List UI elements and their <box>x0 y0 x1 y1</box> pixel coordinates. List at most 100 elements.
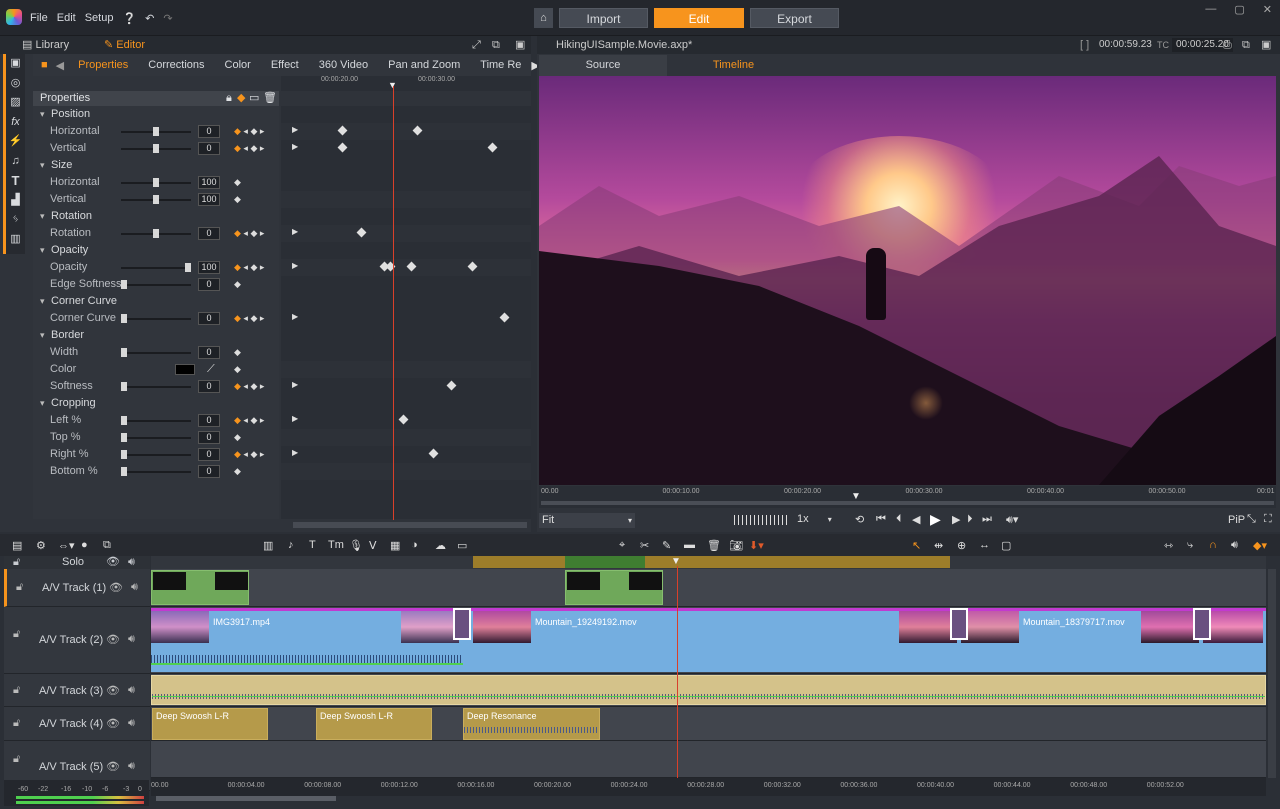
property-value-input[interactable]: 100 <box>198 261 220 274</box>
fit-dropdown[interactable]: Fit ▾ <box>539 513 635 528</box>
title-icon[interactable]: T <box>309 539 316 551</box>
color-swatch[interactable] <box>175 364 195 375</box>
property-section[interactable]: Corner Curve <box>33 293 279 310</box>
slider-thumb[interactable] <box>153 144 159 153</box>
record-icon[interactable]: ● <box>81 539 88 551</box>
fullscreen-icon[interactable]: ⛶ <box>1264 513 1272 526</box>
layout-icon[interactable]: ▣ <box>515 36 525 54</box>
track-header-3[interactable]: 🔓︎ A/V Track (3) 👁︎ 🔊︎ <box>4 674 150 707</box>
track-lane-5[interactable] <box>151 741 1266 778</box>
undo-icon[interactable]: ↶ <box>145 12 154 25</box>
keyframe-diamond[interactable] <box>467 261 478 272</box>
property-value-input[interactable]: 0 <box>198 465 220 478</box>
video-preview[interactable] <box>539 76 1276 485</box>
property-value-input[interactable]: 0 <box>198 142 220 155</box>
go-to-start-icon[interactable]: ⏮ <box>876 513 886 526</box>
lock-icon[interactable]: 🔓︎ <box>13 717 20 730</box>
track-lane-4[interactable]: Deep Swoosh L-R Deep Swoosh L-R Deep Res… <box>151 707 1266 741</box>
magnet-icon[interactable]: ∩ <box>1209 539 1217 551</box>
slide-icon[interactable]: ↔ <box>979 539 990 551</box>
shuttle-control[interactable] <box>734 515 788 525</box>
montage-icon[interactable]: ▨ <box>6 93 25 113</box>
property-value-input[interactable]: 100 <box>198 193 220 206</box>
color-icon[interactable]: ◑ <box>411 539 418 551</box>
image-icon[interactable]: ▭ <box>249 91 259 106</box>
property-section[interactable]: Rotation <box>33 208 279 225</box>
cloud-icon[interactable]: ☁ <box>435 539 446 552</box>
pip-label[interactable]: PiP <box>1228 514 1245 526</box>
slider-thumb[interactable] <box>153 195 159 204</box>
transition-marker[interactable] <box>453 608 471 640</box>
keyframe-add-icon[interactable]: ◆ <box>237 91 245 106</box>
camera-icon[interactable]: ■ <box>33 59 56 71</box>
keyframe-controls[interactable]: ◆ <box>234 174 241 191</box>
music-icon[interactable]: ♪ <box>288 539 294 551</box>
eye-icon[interactable]: 👁︎ <box>109 581 123 594</box>
video-clip[interactable] <box>151 570 249 605</box>
property-section[interactable]: Position <box>33 106 279 123</box>
keyframe-controls[interactable]: ◆ <box>234 429 241 446</box>
property-slider[interactable] <box>121 127 191 136</box>
trim-icon[interactable]: ⇹ <box>934 539 943 552</box>
library-tab[interactable]: ▤ Library <box>22 36 69 54</box>
keyframe-controls[interactable]: ◆ ◂ ◆ ▸ <box>234 412 264 429</box>
eye-icon[interactable]: 👁︎ <box>106 633 120 646</box>
tab-effect[interactable]: Effect <box>261 59 309 71</box>
motion-title-icon[interactable]: Tm <box>328 539 344 551</box>
minimize-icon[interactable]: — <box>1205 3 1216 16</box>
keyframe-diamond[interactable] <box>412 125 423 136</box>
image-edit-icon[interactable]: ▭ <box>457 539 467 552</box>
property-slider[interactable] <box>121 178 191 187</box>
slider-thumb[interactable] <box>153 229 159 238</box>
speaker-icon[interactable]: 🔊︎ <box>131 581 138 594</box>
keyframe-controls[interactable]: ◆ <box>234 276 241 293</box>
property-slider[interactable] <box>121 433 191 442</box>
keyframe-diamond[interactable] <box>499 312 510 323</box>
keyframe-controls[interactable]: ◆ <box>234 344 241 361</box>
voiceover-icon[interactable]: 🎙︎ <box>349 539 363 552</box>
stretch-icon[interactable]: ▢ <box>1001 539 1011 552</box>
eye-icon[interactable]: 👁︎ <box>106 760 120 773</box>
clip-icon[interactable]: ▬ <box>684 539 695 551</box>
property-value-input[interactable]: 0 <box>198 380 220 393</box>
slider-thumb[interactable] <box>121 280 127 289</box>
menu-file[interactable]: File <box>30 12 48 25</box>
keyframe-diamond[interactable] <box>356 227 367 238</box>
split-icon[interactable]: ᛃ <box>6 210 25 230</box>
zoom-fit-icon[interactable]: ⇿ <box>1164 539 1173 552</box>
speaker-icon[interactable]: 🔊︎ <box>128 633 135 646</box>
property-slider[interactable] <box>121 416 191 425</box>
export-button[interactable]: Export <box>750 8 839 28</box>
editor-tab[interactable]: ✎ Editor <box>104 36 145 54</box>
redo-icon[interactable]: ↷ <box>163 12 172 25</box>
settings-icon[interactable]: ⚙ <box>36 539 46 552</box>
property-slider[interactable] <box>121 314 191 323</box>
property-section[interactable]: Border <box>33 327 279 344</box>
property-slider[interactable] <box>121 195 191 204</box>
track-header-1[interactable]: 🔓︎ A/V Track (1) 👁︎ 🔊︎ <box>4 569 150 607</box>
audio-scrub-icon[interactable]: 🔊︎ <box>1231 539 1238 552</box>
keyframe-scrollbar[interactable] <box>293 522 527 528</box>
property-slider[interactable] <box>121 348 191 357</box>
menu-setup[interactable]: Setup <box>85 12 114 25</box>
edit-button[interactable]: Edit <box>654 8 744 28</box>
eye-icon[interactable]: 👁︎ <box>106 717 120 730</box>
property-section[interactable]: Cropping <box>33 395 279 412</box>
tabs-left-arrow[interactable]: ◀ <box>56 59 68 72</box>
video-clip-mountain-18379717[interactable]: Mountain_18379717.mov <box>961 608 1266 672</box>
keyframe-mode-icon[interactable]: ◆▾ <box>1253 539 1267 552</box>
slider-thumb[interactable] <box>121 416 127 425</box>
property-value-input[interactable]: 0 <box>198 312 220 325</box>
keyframe-diamond[interactable] <box>337 125 348 136</box>
slider-thumb[interactable] <box>121 314 127 323</box>
transition-marker[interactable] <box>950 608 968 640</box>
tab-360-video[interactable]: 360 Video <box>309 59 378 71</box>
camera-icon[interactable]: 📷︎ <box>729 539 743 552</box>
video-clip-img3917[interactable]: IMG3917.mp4 <box>151 608 463 672</box>
close-icon[interactable]: ✕ <box>1263 3 1272 16</box>
razor-icon[interactable]: ✂ <box>640 539 649 552</box>
audio-clip-swoosh-1[interactable]: Deep Swoosh L-R <box>152 708 268 740</box>
lock-icon[interactable]: 🔓︎ <box>16 581 23 594</box>
transition-icon[interactable]: ⚡ <box>6 132 25 152</box>
preview-range-bar[interactable] <box>473 556 950 568</box>
